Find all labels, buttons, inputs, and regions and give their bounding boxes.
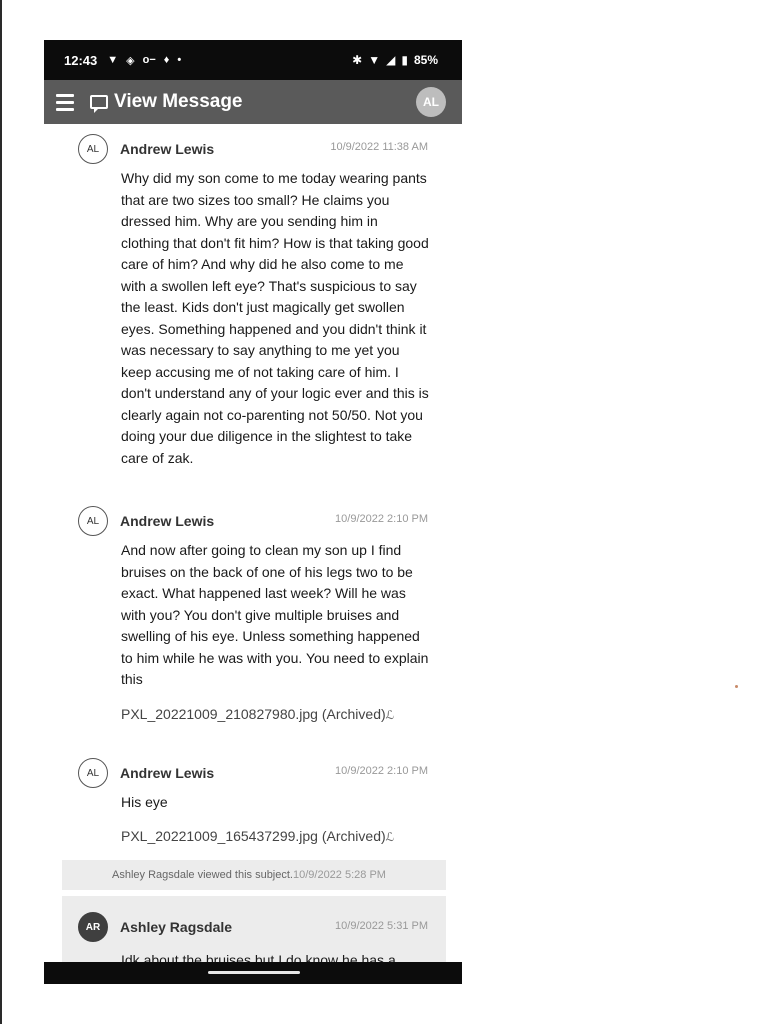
signal-icon: ◢ <box>386 53 396 67</box>
sender-name: Ashley Ragsdale <box>120 919 233 935</box>
message-body: And now after going to clean my son up I… <box>121 542 429 687</box>
shield-icon: ◈ <box>126 54 135 67</box>
attachment-filename: PXL_20221009_210827980.jpg (Archived) <box>121 706 386 722</box>
bluetooth-icon: ✱ <box>352 53 363 67</box>
message-thread[interactable]: AL Andrew Lewis 10/9/2022 11:38 AM Why d… <box>44 124 462 964</box>
viewed-text: Ashley Ragsdale viewed this subject. <box>112 869 293 881</box>
scan-speck <box>735 685 738 688</box>
battery-icon: ▮ <box>401 53 408 67</box>
user-avatar[interactable]: AL <box>416 87 446 117</box>
notification-icons: ▼ ◈ o− ♦ • <box>107 54 181 67</box>
attachment-link[interactable]: PXL_20221009_210827980.jpg (Archived)ℒ <box>121 706 394 722</box>
paperclip-icon: ℒ <box>385 830 395 844</box>
page-title: View Message <box>114 91 243 112</box>
paperclip-icon: ℒ <box>385 708 395 722</box>
phone-screen: 12:43 ▼ ◈ o− ♦ • ✱ ▼ ◢ ▮ 85% View Messag… <box>44 40 462 984</box>
sender-avatar: AL <box>78 758 108 788</box>
dot-icon: • <box>177 54 182 66</box>
scan-edge <box>0 0 2 1024</box>
sender-avatar: AR <box>78 912 108 942</box>
message-timestamp: 10/9/2022 2:10 PM <box>335 765 428 777</box>
wifi-icon: ▼ <box>368 53 381 67</box>
menu-icon[interactable] <box>56 93 74 111</box>
message-timestamp: 10/9/2022 2:10 PM <box>335 513 428 525</box>
sender-name: Andrew Lewis <box>120 141 215 157</box>
viewed-notice: Ashley Ragsdale viewed this subject. 10/… <box>62 860 446 890</box>
attachment-link[interactable]: PXL_20221009_165437299.jpg (Archived)ℒ <box>121 828 394 844</box>
message-timestamp: 10/9/2022 11:38 AM <box>330 141 428 153</box>
sender-name: Andrew Lewis <box>120 765 215 781</box>
navigation-bar <box>44 962 462 984</box>
app-bar: View Message AL <box>44 80 462 124</box>
key-icon: o− <box>142 54 156 66</box>
message-body: His eye <box>121 794 168 810</box>
message-icon <box>90 95 108 113</box>
viewed-time: 10/9/2022 5:28 PM <box>292 869 386 881</box>
status-time: 12:43 <box>64 52 98 68</box>
sender-name: Andrew Lewis <box>120 513 215 529</box>
sender-avatar: AL <box>78 134 108 164</box>
home-handle[interactable] <box>208 971 300 974</box>
gem-icon: ♦ <box>163 54 170 66</box>
message-body: Why did my son come to me today wearing … <box>121 170 429 466</box>
system-icons: ✱ ▼ ◢ ▮ 85% <box>352 53 438 67</box>
sender-avatar: AL <box>78 506 108 536</box>
message-timestamp: 10/9/2022 5:31 PM <box>335 920 428 932</box>
status-bar: 12:43 ▼ ◈ o− ♦ • ✱ ▼ ◢ ▮ 85% <box>44 40 462 80</box>
attachment-filename: PXL_20221009_165437299.jpg (Archived) <box>121 828 386 844</box>
battery-percent: 85% <box>413 53 438 67</box>
usb-icon: ▼ <box>107 54 119 66</box>
